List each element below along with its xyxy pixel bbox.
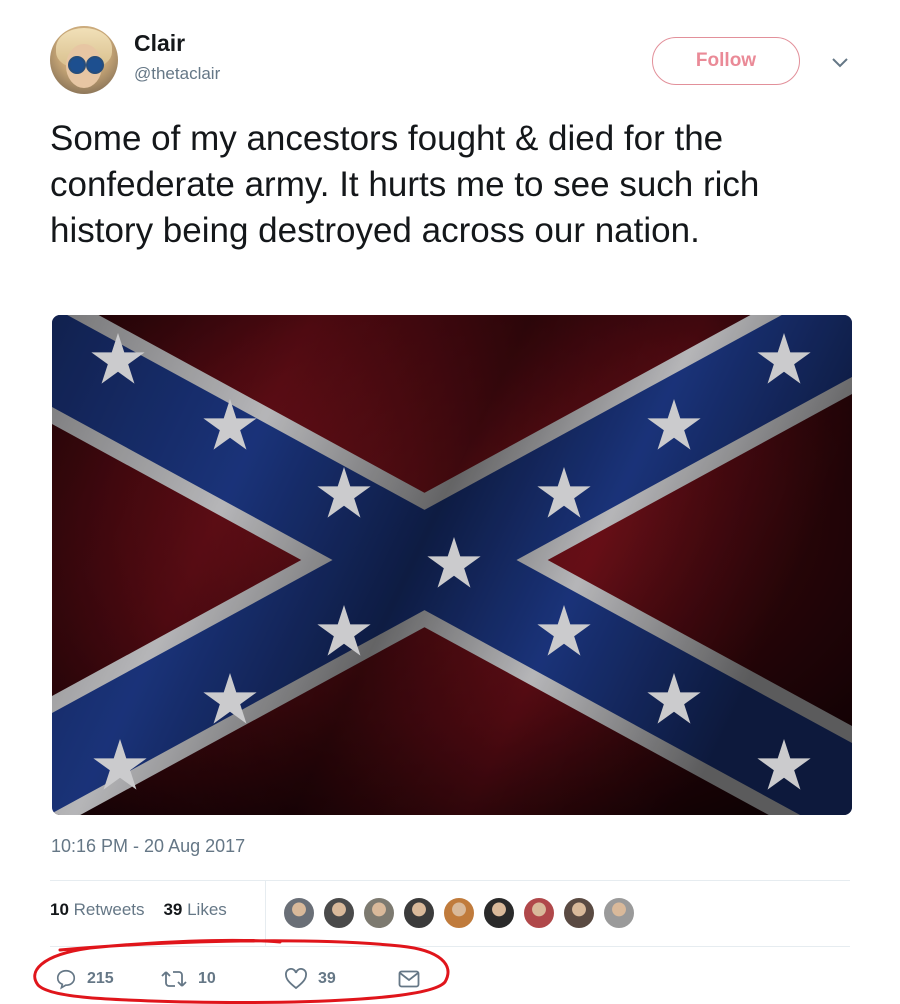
display-name[interactable]: Clair [134, 30, 185, 57]
liker-avatar[interactable] [562, 896, 596, 930]
follow-button[interactable]: Follow [652, 37, 800, 85]
retweets-label: Retweets [73, 900, 145, 919]
tweet-image[interactable] [52, 315, 852, 815]
likes-stat[interactable]: 39 Likes [163, 900, 226, 919]
sunglasses-left-lens [68, 56, 86, 74]
liker-avatar[interactable] [402, 896, 436, 930]
likes-count: 39 [163, 900, 183, 919]
tweet-timestamp[interactable]: 10:16 PM - 20 Aug 2017 [51, 836, 245, 857]
liker-avatar[interactable] [442, 896, 476, 930]
liker-avatar[interactable] [282, 896, 316, 930]
chevron-down-icon[interactable] [828, 50, 852, 74]
likes-label: Likes [187, 900, 227, 919]
tweet-stats: 10 Retweets 39 Likes [50, 900, 227, 920]
liker-avatar[interactable] [602, 896, 636, 930]
tweet-text: Some of my ancestors fought & died for t… [50, 119, 760, 250]
retweets-count: 10 [50, 900, 69, 919]
annotation-circle [33, 938, 450, 1004]
liker-avatar[interactable] [522, 896, 556, 930]
liker-avatar[interactable] [482, 896, 516, 930]
divider [50, 880, 850, 881]
sunglasses-right-lens [86, 56, 104, 74]
user-handle[interactable]: @thetaclair [134, 64, 220, 84]
retweets-stat[interactable]: 10 Retweets [50, 900, 145, 919]
liker-avatar[interactable] [322, 896, 356, 930]
avatar[interactable] [50, 26, 118, 94]
liker-avatar[interactable] [362, 896, 396, 930]
